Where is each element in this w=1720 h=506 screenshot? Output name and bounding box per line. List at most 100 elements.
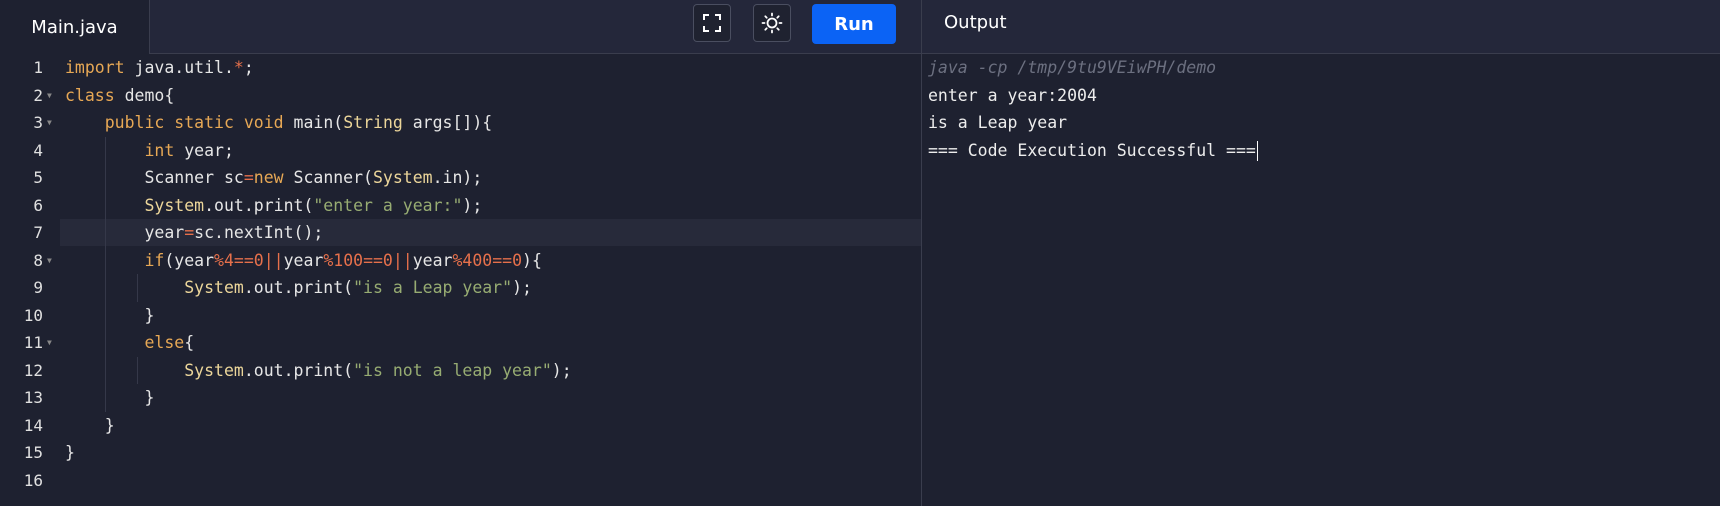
top-bar: Main.java Run Output [0, 0, 1720, 54]
keyword: public [104, 113, 165, 132]
line-number: 5 [33, 168, 43, 187]
keyword: static [174, 113, 234, 132]
code-line[interactable]: 5 Scanner sc=new Scanner(System.in); [0, 164, 921, 192]
code-line[interactable]: 4 int year; [0, 136, 921, 164]
code-line[interactable]: 2 ▼ class demo{ [0, 82, 921, 110]
operator: = [184, 223, 195, 242]
string-literal: "is a Leap year" [353, 278, 513, 297]
output-line: === Code Execution Successful === [928, 140, 1256, 160]
tab-main-java[interactable]: Main.java [0, 0, 150, 54]
code-text: .in); [432, 168, 483, 187]
code-editor[interactable]: 1 import java.util.*; 2 ▼ class demo{ 3 … [0, 54, 921, 506]
line-number: 12 [23, 360, 43, 380]
output-command: java -cp /tmp/9tu9VEiwPH/demo [928, 58, 1217, 77]
code-text: year [412, 250, 453, 270]
fold-arrow-icon[interactable]: ▼ [47, 109, 52, 137]
class-name: System [372, 168, 433, 187]
code-text: .out.print( [204, 195, 314, 215]
code-text: year; [174, 140, 234, 160]
keyword: import [65, 58, 125, 77]
code-line[interactable]: 13 } [0, 384, 921, 412]
code-line[interactable]: 8 ▼ if(year%4==0||year%100==0||year%400=… [0, 246, 921, 275]
class-name: System [184, 278, 244, 297]
text-cursor [1256, 141, 1258, 161]
line-number: 1 [33, 58, 43, 77]
code-text: ){ [522, 250, 542, 270]
code-line[interactable]: 15 } [0, 439, 921, 467]
keyword: class [65, 85, 115, 105]
run-button[interactable]: Run [812, 4, 896, 44]
line-number: 14 [23, 415, 43, 435]
line-number: 4 [33, 140, 43, 160]
code-text: args[]){ [402, 113, 493, 132]
line-number: 9 [33, 278, 43, 297]
keyword: int [144, 140, 175, 160]
code-text: year [283, 250, 324, 270]
code-line[interactable]: 12 System.out.print("is not a leap year"… [0, 356, 921, 384]
code-line[interactable]: 6 System.out.print("enter a year:"); [0, 191, 921, 219]
operator: %4==0|| [214, 250, 284, 270]
line-number: 16 [23, 470, 43, 490]
code-text: main( [283, 113, 344, 132]
code-text: } [144, 305, 155, 325]
line-number: 7 [33, 223, 43, 242]
code-line[interactable]: 16 [0, 467, 921, 495]
code-text: { [184, 333, 195, 352]
pane-divider[interactable] [921, 0, 922, 506]
output-line: enter a year:2004 [928, 85, 1097, 105]
online-compiler: Main.java Run Output 1 import java.util.… [0, 0, 1720, 506]
keyword: new [253, 168, 284, 187]
keyword: else [144, 333, 185, 352]
code-text: ); [462, 195, 483, 215]
output-console[interactable]: java -cp /tmp/9tu9VEiwPH/demo enter a ye… [928, 54, 1718, 506]
code-line-active[interactable]: 7 year=sc.nextInt(); [0, 219, 921, 247]
code-text: Scanner( [283, 168, 373, 187]
code-text: Scanner sc [144, 168, 244, 187]
keyword: void [243, 113, 284, 132]
code-line[interactable]: 3 ▼ public static void main(String args[… [0, 109, 921, 137]
output-line: is a Leap year [928, 113, 1068, 132]
class-name: String [343, 113, 403, 132]
code-text: .out.print( [243, 278, 354, 297]
operator: * [233, 58, 244, 77]
code-text: year [144, 223, 185, 242]
output-title: Output [944, 12, 1007, 33]
output-line-final: === Code Execution Successful === [928, 137, 1258, 165]
code-text: ; [243, 58, 254, 77]
code-line[interactable]: 9 System.out.print("is a Leap year"); [0, 274, 921, 302]
theme-toggle-button[interactable] [753, 4, 791, 42]
code-text: ); [551, 360, 572, 380]
line-number: 10 [23, 305, 43, 325]
line-number: 11 [23, 333, 43, 352]
line-number: 15 [23, 443, 43, 462]
fold-arrow-icon[interactable]: ▼ [47, 247, 52, 275]
code-text: } [104, 415, 115, 435]
code-text: ); [512, 278, 532, 297]
string-literal: "enter a year:" [313, 195, 463, 215]
code-text: .out.print( [243, 360, 354, 380]
code-line[interactable]: 10 } [0, 301, 921, 329]
fold-arrow-icon[interactable]: ▼ [47, 329, 52, 357]
fullscreen-button[interactable] [693, 4, 731, 42]
code-line[interactable]: 14 } [0, 412, 921, 440]
code-text: } [65, 443, 75, 462]
string-literal: "is not a leap year" [353, 360, 552, 380]
code-text: java.util. [124, 58, 234, 77]
class-name: System [144, 195, 205, 215]
class-name: System [184, 360, 244, 380]
line-number: 6 [33, 195, 43, 215]
code-line[interactable]: 1 import java.util.*; [0, 54, 921, 82]
line-number: 2 [33, 85, 43, 105]
operator: = [243, 168, 254, 187]
code-text: sc.nextInt(); [194, 223, 324, 242]
sun-icon [761, 12, 783, 34]
operator: %100==0|| [323, 250, 413, 270]
line-number: 8 [33, 250, 43, 270]
line-number: 13 [23, 388, 43, 407]
fullscreen-icon [703, 14, 721, 32]
code-text: } [144, 388, 155, 407]
keyword: if [144, 250, 165, 270]
line-number: 3 [33, 113, 43, 132]
code-line[interactable]: 11 ▼ else{ [0, 329, 921, 357]
fold-arrow-icon[interactable]: ▼ [47, 82, 52, 110]
